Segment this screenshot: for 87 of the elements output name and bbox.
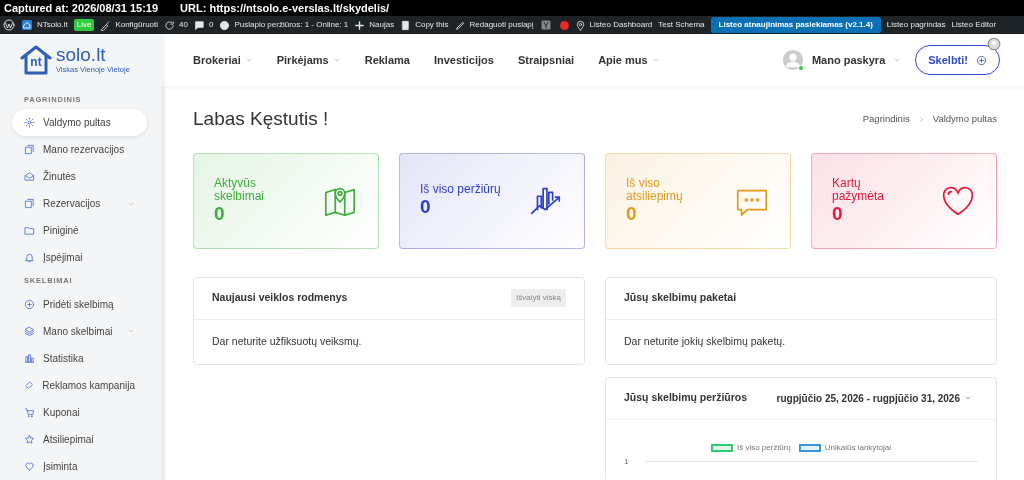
nav-link[interactable]: Investicijos	[433, 51, 494, 69]
admin-bar-link[interactable]: Test Schema	[658, 19, 705, 31]
admin-bar-link[interactable]: Copy this	[415, 19, 449, 31]
nav-link[interactable]: Brokeriai	[193, 51, 253, 69]
avatar-icon	[781, 49, 804, 71]
sidebar-item[interactable]: Valdymo pultas	[12, 109, 147, 137]
stat-label: Kartų pažymėta	[832, 176, 886, 205]
breadcrumb-link[interactable]: Pagrindinis	[862, 112, 910, 127]
star-icon	[24, 433, 35, 445]
logo-text: solo.lt	[56, 44, 107, 64]
legend-label: Iš viso peržiūrų	[736, 441, 791, 454]
empty-message: Dar neturite jokių skelbimų paketų.	[623, 333, 787, 349]
stat-label: Iš viso peržiūrų	[420, 183, 501, 198]
avatar-icon	[987, 37, 1001, 51]
stat-label: Iš viso atsiliepimų	[626, 176, 684, 205]
capture-url: URL: https://ntsolo.e-verslas.lt/skydelis/	[180, 1, 390, 16]
logo-mark: nt	[30, 54, 42, 71]
page-heading: Labas Kęstutis !	[193, 108, 329, 131]
stat-value: 0	[420, 197, 432, 219]
tag-icon	[24, 379, 35, 391]
admin-bar-link[interactable]: Listeo pagrindas	[886, 19, 946, 31]
plus-circle-icon	[976, 54, 987, 66]
sidebar-item[interactable]: Mano rezervacijos	[12, 136, 147, 164]
admin-bar-link[interactable]: Redaguoti puslapį	[469, 19, 534, 31]
copy-icon	[24, 144, 35, 156]
stat-value: 0	[214, 204, 226, 226]
envelope-icon	[24, 171, 35, 183]
seo-plugin-icon[interactable]	[539, 19, 552, 31]
admin-bar-link[interactable]: 0	[209, 19, 214, 31]
folder-icon	[24, 225, 35, 237]
sidebar-item[interactable]: Rezervacijos	[12, 190, 147, 218]
sidebar-item[interactable]: Atsiliepimai	[12, 425, 147, 453]
house-icon[interactable]	[21, 19, 33, 31]
brush-icon[interactable]	[100, 19, 112, 31]
sidebar-item[interactable]: Statistika	[12, 344, 147, 372]
capture-timestamp: Captured at: 2026/08/31 15:19	[4, 1, 159, 16]
refresh-icon[interactable]	[164, 19, 176, 31]
stat-value: 0	[626, 204, 638, 226]
heart-icon	[24, 460, 35, 472]
live-badge: Live	[73, 19, 95, 31]
admin-bar-link[interactable]: 40	[179, 19, 188, 31]
map-pin-icon[interactable]	[574, 19, 586, 31]
chevron-down-icon	[893, 56, 902, 64]
layers-icon	[24, 325, 35, 337]
sidebar-item[interactable]: Mano skelbimai	[12, 317, 147, 345]
plus-icon[interactable]	[354, 19, 366, 31]
bell-icon	[24, 252, 35, 264]
admin-bar-link[interactable]: Puslapio peržiūros: 1 - Online: 1	[234, 19, 349, 31]
admin-bar-link[interactable]: Listeo Dashboard	[589, 19, 653, 31]
copy-icon	[24, 198, 35, 210]
post-listing-button[interactable]: Skelbti!	[915, 44, 1000, 76]
card-title: Naujausi veiklos rodmenys	[212, 290, 348, 306]
admin-bar-link[interactable]: Listeo Editor	[951, 19, 997, 31]
card-title: Jūsų skelbimų peržiūros	[624, 390, 748, 406]
pencil-icon[interactable]	[454, 19, 466, 31]
sidebar-item[interactable]: Pridėti skelbimą	[12, 290, 147, 318]
nav-link[interactable]: Reklama	[364, 51, 410, 69]
sidebar-item[interactable]: Įsiminta	[12, 452, 147, 480]
account-menu[interactable]: Mano paskyra	[781, 49, 902, 71]
stat-value: 0	[832, 204, 844, 226]
bar-chart-icon	[24, 352, 35, 364]
empty-message: Dar neturite užfiksuotų veiksmų.	[211, 333, 363, 349]
cart-icon	[24, 406, 35, 418]
axis-tick-label: 1	[624, 455, 629, 468]
sidebar-item[interactable]: Kuponai	[12, 398, 147, 426]
card-title: Jūsų skelbimų paketai	[624, 290, 737, 306]
admin-bar-link[interactable]: Konfigūruoti	[115, 19, 159, 31]
site-link[interactable]: NTsolo.lt	[37, 19, 68, 31]
stat-label: Aktyvūs skelbimai	[214, 176, 265, 205]
plus-circle-icon	[24, 298, 35, 310]
nav-link[interactable]: Apie mus	[598, 51, 660, 69]
admin-bar-link[interactable]: Naujas	[369, 19, 395, 31]
status-dot-icon	[559, 20, 569, 30]
update-notice-button[interactable]: Listeo atnaujinimas pasiekiamas (v2.1.4)	[710, 17, 881, 33]
nav-link[interactable]: Pirkėjams	[276, 51, 341, 69]
sidebar-item[interactable]: Įspėjimai	[12, 244, 147, 272]
chevron-right-icon	[917, 115, 925, 123]
comment-icon[interactable]	[194, 19, 205, 31]
sidebar-item[interactable]: Piniginė	[12, 217, 147, 245]
document-icon[interactable]	[400, 19, 412, 31]
sidebar-item[interactable]: Žinutės	[12, 163, 147, 191]
date-range-dropdown[interactable]: rugpjūčio 25, 2026 - rugpjūčio 31, 2026	[770, 389, 978, 407]
nav-link[interactable]: Straipsniai	[517, 51, 575, 69]
sidebar-item[interactable]: Reklamos kampanija	[12, 371, 147, 399]
house-icon	[20, 44, 52, 76]
legend-label: Unikalūs lankytojai	[824, 441, 892, 454]
wordpress-logo-icon[interactable]	[3, 19, 15, 31]
